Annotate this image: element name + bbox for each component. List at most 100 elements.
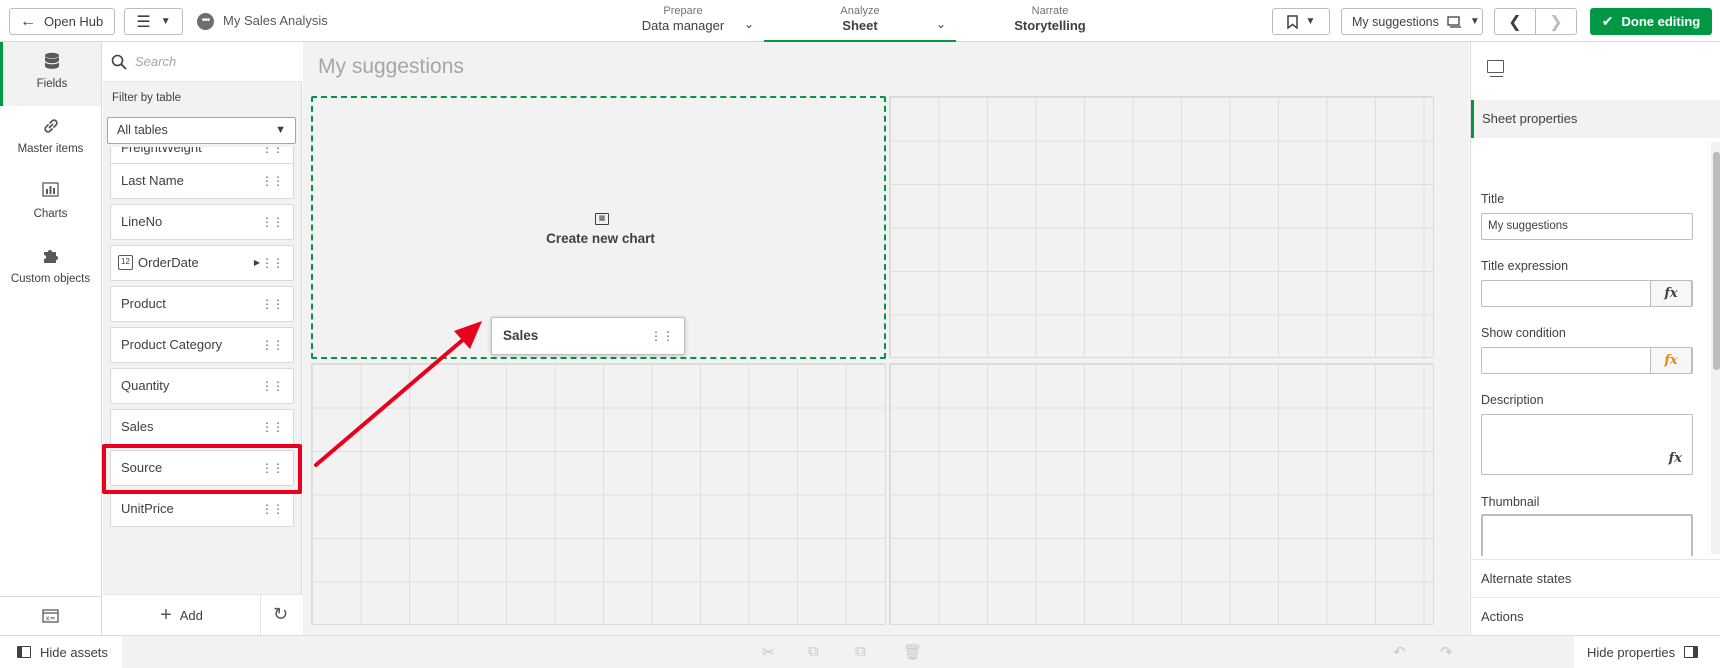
- drop-zone-label: Create new chart: [546, 231, 655, 246]
- caret-down-icon: ▼: [160, 16, 171, 27]
- plus-icon: +: [160, 603, 172, 626]
- field-item-sales[interactable]: Sales ⋮⋮: [110, 409, 294, 445]
- dragged-field[interactable]: Sales ⋮⋮: [491, 317, 685, 355]
- bookmark-button[interactable]: ▼: [1272, 8, 1330, 35]
- hide-assets-button[interactable]: Hide assets: [0, 636, 122, 668]
- show-condition-input[interactable]: fx: [1481, 347, 1693, 374]
- chevron-down-icon[interactable]: ⌄: [936, 17, 946, 31]
- open-hub-button[interactable]: ← Open Hub: [9, 8, 115, 35]
- field-item-label: OrderDate: [138, 255, 199, 270]
- thumbnail-preview[interactable]: ▣: [1481, 514, 1693, 556]
- rail-item-custom-objects[interactable]: Custom objects: [0, 237, 101, 301]
- tab-narrate[interactable]: Narrate Storytelling: [975, 0, 1125, 42]
- previous-sheet-button[interactable]: ❮: [1494, 8, 1536, 35]
- hide-assets-label: Hide assets: [40, 644, 108, 660]
- ellipsis-circle-icon: •••: [197, 13, 214, 30]
- fields-panel: Search Filter by table All tables ▼ Frei…: [103, 42, 302, 635]
- grid-cell[interactable]: [311, 363, 886, 625]
- caret-down-icon: ▼: [275, 124, 286, 136]
- drag-handle-icon[interactable]: ⋮⋮: [261, 164, 284, 198]
- assets-rail: Fields Master items Charts Custom object…: [0, 42, 102, 635]
- drag-handle-icon[interactable]: ⋮⋮: [261, 246, 284, 280]
- bookmark-icon: [1286, 14, 1298, 29]
- bar-chart-icon: [0, 182, 101, 202]
- variables-icon[interactable]: x=: [42, 609, 59, 626]
- description-label: Description: [1481, 393, 1544, 407]
- panel-right-icon: [1684, 646, 1699, 658]
- tab-sheet-properties[interactable]: Sheet properties: [1471, 100, 1720, 138]
- calendar-icon: 12: [118, 254, 133, 270]
- sheet-title[interactable]: My suggestions: [318, 55, 464, 79]
- tab-analyze-label: Sheet: [842, 18, 878, 33]
- drop-zone[interactable]: ▦ Create new chart Sales ⋮⋮: [311, 96, 886, 359]
- thumbnail-label: Thumbnail: [1481, 495, 1540, 509]
- tab-narrate-caption: Narrate: [1031, 5, 1069, 17]
- field-item[interactable]: 12 OrderDate ▶ ⋮⋮: [110, 245, 294, 281]
- drag-handle-icon[interactable]: ⋮⋮: [261, 287, 284, 321]
- title-input[interactable]: My suggestions: [1481, 213, 1693, 240]
- next-sheet-button[interactable]: ❯: [1535, 8, 1577, 35]
- field-item-label: Product: [121, 296, 166, 311]
- properties-scrollbar[interactable]: [1711, 142, 1720, 554]
- field-item[interactable]: Product Category ⋮⋮: [110, 327, 294, 363]
- add-data-button[interactable]: + Add: [103, 595, 261, 635]
- drag-handle-icon[interactable]: ⋮⋮: [261, 328, 284, 362]
- grid-cell[interactable]: [889, 96, 1434, 358]
- field-item-label: Product Category: [121, 337, 223, 352]
- sheet-canvas: My suggestions ▦ Create new chart Sales …: [303, 42, 1469, 635]
- delete-icon[interactable]: 🗑: [903, 643, 922, 661]
- grid-cell[interactable]: [889, 363, 1434, 625]
- actions-section[interactable]: Actions: [1471, 597, 1720, 635]
- hide-properties-button[interactable]: Hide properties: [1574, 636, 1720, 668]
- alternate-states-section[interactable]: Alternate states: [1471, 559, 1720, 597]
- field-item-label: Last Name: [121, 173, 184, 188]
- sheet-selector-button[interactable]: My suggestions ▼: [1341, 8, 1483, 35]
- description-textarea[interactable]: fx: [1481, 414, 1693, 475]
- cut-icon[interactable]: ✂: [762, 643, 775, 661]
- global-menu-button[interactable]: ☰ ▼: [124, 8, 183, 35]
- copy-icon[interactable]: ⧉: [808, 643, 819, 660]
- rail-item-master-items[interactable]: Master items: [0, 107, 101, 171]
- top-toolbar: ← Open Hub ☰ ▼ ••• My Sales Analysis Pre…: [0, 0, 1720, 42]
- refresh-icon[interactable]: ↻: [273, 604, 288, 625]
- app-name: My Sales Analysis: [223, 13, 328, 28]
- table-filter-select[interactable]: All tables ▼: [107, 117, 296, 144]
- expression-editor-button[interactable]: fx: [1650, 347, 1692, 374]
- drag-handle-icon[interactable]: ⋮⋮: [261, 410, 284, 444]
- redo-icon[interactable]: ↷: [1440, 643, 1453, 661]
- done-editing-button[interactable]: ✔ Done editing: [1590, 8, 1712, 35]
- field-search[interactable]: Search: [103, 42, 302, 82]
- link-icon: [0, 117, 101, 137]
- field-item-label: LineNo: [121, 214, 163, 229]
- drag-handle-icon[interactable]: ⋮⋮: [261, 205, 284, 239]
- rail-item-label: Charts: [33, 208, 68, 220]
- sheet-icon[interactable]: [1487, 60, 1504, 77]
- scrollbar-thumb[interactable]: [1713, 152, 1720, 370]
- chevron-down-icon[interactable]: ⌄: [744, 17, 754, 31]
- tab-prepare[interactable]: Prepare Data manager: [608, 0, 758, 42]
- caret-right-icon[interactable]: ▶: [254, 246, 260, 280]
- field-item[interactable]: Product ⋮⋮: [110, 286, 294, 322]
- field-item[interactable]: Quantity ⋮⋮: [110, 368, 294, 404]
- expression-editor-button[interactable]: fx: [1650, 280, 1692, 307]
- search-input[interactable]: Search: [135, 54, 176, 69]
- table-filter-value: All tables: [117, 123, 168, 137]
- sheet-selector-label: My suggestions: [1352, 14, 1439, 29]
- expression-editor-button[interactable]: fx: [1669, 451, 1682, 466]
- field-item[interactable]: Last Name ⋮⋮: [110, 163, 294, 199]
- field-list: FreightWeight ⋮⋮ Last Name ⋮⋮ LineNo ⋮⋮ …: [103, 147, 302, 594]
- title-expression-input[interactable]: fx: [1481, 280, 1693, 307]
- open-hub-label: Open Hub: [44, 14, 104, 29]
- field-item[interactable]: UnitPrice ⋮⋮: [110, 491, 294, 527]
- undo-icon[interactable]: ↶: [1393, 643, 1406, 661]
- drag-handle-icon[interactable]: ⋮⋮: [261, 369, 284, 403]
- tab-analyze[interactable]: Analyze Sheet: [764, 0, 956, 42]
- duplicate-icon[interactable]: ⧉: [855, 643, 866, 660]
- tab-narrate-label: Storytelling: [1014, 18, 1086, 33]
- dragged-field-label: Sales: [503, 328, 539, 343]
- title-expression-label: Title expression: [1481, 259, 1569, 273]
- rail-item-fields[interactable]: Fields: [0, 42, 101, 106]
- field-item[interactable]: LineNo ⋮⋮: [110, 204, 294, 240]
- drag-handle-icon[interactable]: ⋮⋮: [261, 492, 284, 526]
- rail-item-charts[interactable]: Charts: [0, 172, 101, 236]
